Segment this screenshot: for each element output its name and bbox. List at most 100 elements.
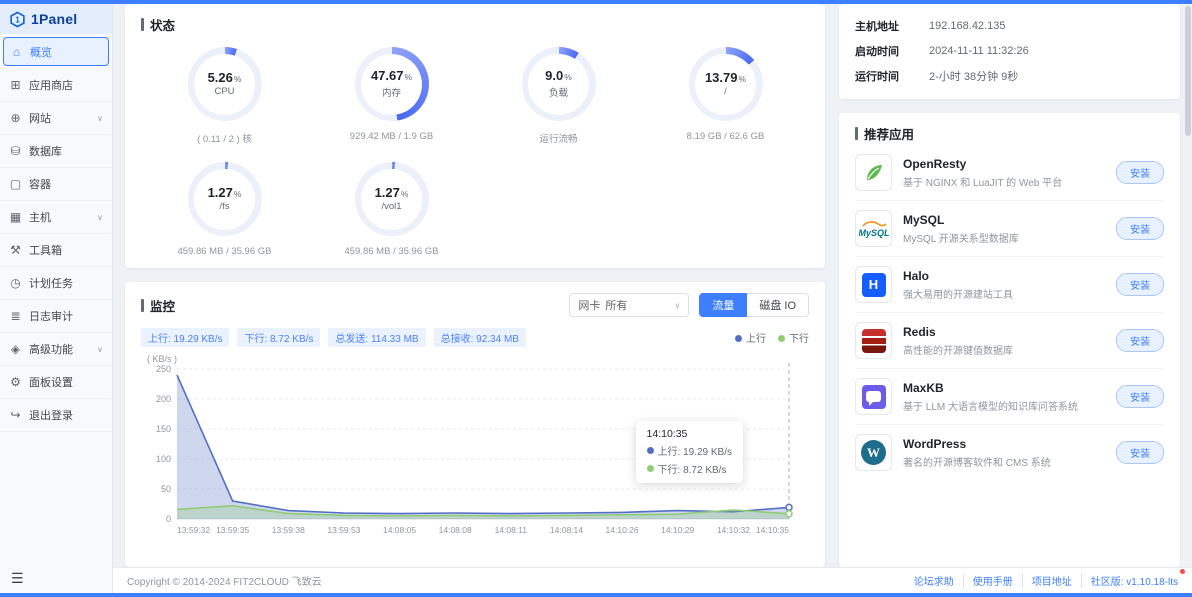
wordpress-icon: W: [855, 434, 892, 471]
app-desc: 基于 NGINX 和 LuaJIT 的 Web 平台: [903, 177, 1063, 189]
network-card-select[interactable]: 网卡 所有 ∨: [569, 293, 690, 317]
info-label: 启动时间: [855, 45, 899, 58]
svg-text:14:10:29: 14:10:29: [661, 525, 694, 535]
app-row-redis: Redis 高性能的开源键值数据库 安装: [855, 313, 1164, 369]
svg-text:1: 1: [15, 15, 20, 24]
sidebar-item-logs[interactable]: ≣ 日志审计: [0, 300, 112, 333]
scrollbar-thumb[interactable]: [1185, 6, 1191, 136]
version-link[interactable]: 社区版: v1.10.18-lts: [1082, 569, 1185, 588]
gauge-grid: 5.26% CPU ( 0.11 / 2 ) 核 47.67% 内存 929.4…: [141, 47, 809, 257]
sidebar-item-logout[interactable]: ↪ 退出登录: [0, 399, 112, 432]
svg-text:14:08:14: 14:08:14: [550, 525, 583, 535]
openresty-icon: [855, 154, 892, 191]
gauge-value: 9.0: [545, 68, 564, 84]
app-row-halo: H Halo 强大易用的开源建站工具 安装: [855, 257, 1164, 313]
traffic-chart-wrap[interactable]: 0 50 100 150 200 250( KB/s ) 13:59:32 13:59:35 1…: [141, 351, 809, 542]
install-button[interactable]: 安装: [1116, 329, 1164, 352]
advanced-icon: ◈: [10, 342, 21, 356]
app-name: MySQL: [903, 212, 945, 227]
gauge-vol1-disk: 1.27% /vol1 459.86 MB / 35.96 GB: [308, 162, 475, 257]
status-card: 状态 5.26% CPU ( 0.11 / 2 ) 核 47.67% 内存 92…: [125, 4, 825, 268]
install-button[interactable]: 安装: [1116, 217, 1164, 240]
project-link[interactable]: 项目地址: [1023, 573, 1082, 588]
traffic-button[interactable]: 流量: [699, 293, 748, 317]
app-name: WordPress: [903, 436, 967, 451]
sidebar-item-database[interactable]: ⛁ 数据库: [0, 135, 112, 168]
boot-time-row: 启动时间 2024-11-11 11:32:26: [855, 38, 1164, 63]
sidebar-item-cronjob[interactable]: ◷ 计划任务: [0, 267, 112, 300]
sidebar-collapse-button[interactable]: ☰: [0, 563, 112, 593]
app-desc: 著名的开源博客软件和 CMS 系统: [903, 457, 1051, 469]
gauge-ring: 9.0% 负载: [521, 47, 596, 121]
forum-help-link[interactable]: 论坛求助: [905, 573, 964, 588]
app-row-mysql: MySQL MySQL MySQL 开源关系型数据库 安装: [855, 201, 1164, 257]
app-name: OpenResty: [903, 156, 967, 171]
halo-icon: H: [855, 266, 892, 303]
sidebar-item-settings[interactable]: ⚙ 面板设置: [0, 366, 112, 399]
page-scrollbar[interactable]: [1185, 6, 1191, 591]
recommended-apps-card: 推荐应用 OpenResty 基于 NGINX 和 LuaJIT 的 Web 平…: [839, 113, 1180, 567]
legend-up-dot: [735, 335, 742, 342]
logo[interactable]: 1 1Panel: [0, 4, 112, 34]
redis-icon: [855, 322, 892, 359]
manual-link[interactable]: 使用手册: [964, 573, 1023, 588]
sidebar-item-label: 计划任务: [29, 278, 73, 290]
sidebar-item-appstore[interactable]: ⊞ 应用商店: [0, 69, 112, 102]
info-value: 192.168.42.135: [929, 19, 1006, 32]
tooltip-up-dot: [646, 447, 654, 454]
app-root: 1 1Panel ⌂ 概览 ⊞ 应用商店 ⊕ 网站 ∨ ⛁ 数据库 ▢ 容器 ▦…: [0, 4, 1192, 593]
globe-icon: ⊕: [10, 111, 21, 125]
legend-down-dot: [778, 335, 785, 342]
tooltip-down-dot: [646, 465, 654, 472]
app-name: Redis: [903, 324, 936, 339]
host-address-row: 主机地址 192.168.42.135: [855, 13, 1164, 38]
sidebar-item-advanced[interactable]: ◈ 高级功能 ∨: [0, 333, 112, 366]
title-marker: [141, 298, 144, 312]
svg-text:13:59:35: 13:59:35: [216, 525, 249, 535]
sidebar-item-host[interactable]: ▦ 主机 ∨: [0, 201, 112, 234]
sidebar-item-label: 主机: [29, 212, 51, 224]
monitor-card: 监控 网卡 所有 ∨ 流量 磁盘 IO 上行: 19.29 KB/s 下行: 8…: [125, 282, 825, 567]
disk-io-button[interactable]: 磁盘 IO: [747, 293, 809, 317]
gauge-unit: %: [404, 72, 413, 83]
svg-text:14:10:26: 14:10:26: [606, 525, 639, 535]
sidebar-item-container[interactable]: ▢ 容器: [0, 168, 112, 201]
gauge-unit: %: [400, 188, 409, 199]
gauge-value: 5.26: [207, 69, 233, 85]
total-sent-tag: 总发送: 114.33 MB: [328, 328, 426, 347]
footer-links: 论坛求助 使用手册 项目地址 社区版: v1.10.18-lts: [905, 569, 1185, 588]
sidebar-item-label: 网站: [29, 113, 51, 125]
gauge-ring: 47.67% 内存: [354, 47, 429, 121]
info-label: 运行时间: [855, 70, 899, 83]
home-icon: ⌂: [12, 44, 21, 59]
main-column: 状态 5.26% CPU ( 0.11 / 2 ) 核 47.67% 内存 92…: [113, 4, 1192, 593]
tooltip-down-text: 下行: 8.72 KB/s: [657, 465, 727, 476]
sidebar-item-label: 容器: [29, 179, 51, 191]
sidebar-item-toolbox[interactable]: ⚒ 工具箱: [0, 234, 112, 267]
sidebar-item-overview[interactable]: ⌂ 概览: [3, 37, 109, 66]
gauge-sub: 929.42 MB / 1.9 GB: [349, 131, 434, 142]
toolbox-icon: ⚒: [10, 243, 21, 257]
svg-text:13:59:38: 13:59:38: [272, 525, 305, 535]
install-button[interactable]: 安装: [1116, 385, 1164, 408]
install-button[interactable]: 安装: [1116, 441, 1164, 464]
app-name: MaxKB: [903, 380, 944, 395]
legend-up[interactable]: 上行: [735, 330, 766, 345]
install-button[interactable]: 安装: [1116, 273, 1164, 296]
sidebar-item-website[interactable]: ⊕ 网站 ∨: [0, 102, 112, 135]
legend-down[interactable]: 下行: [778, 330, 809, 345]
app-name: Halo: [903, 268, 930, 283]
gauge-unit: %: [233, 73, 242, 84]
svg-text:14:10:35: 14:10:35: [756, 525, 789, 535]
gauge-label: /: [724, 86, 727, 98]
install-button[interactable]: 安装: [1116, 161, 1164, 184]
host-icon: ▦: [9, 210, 22, 224]
sidebar-item-label: 退出登录: [29, 410, 73, 422]
gauge-unit: %: [233, 188, 242, 199]
top-accent-bar: [0, 0, 1192, 4]
monitor-title-text: 监控: [150, 299, 176, 314]
status-card-title: 状态: [141, 15, 809, 34]
gauge-value: 1.27: [374, 184, 400, 200]
svg-text:13:59:32: 13:59:32: [177, 525, 210, 535]
logo-text: 1Panel: [31, 11, 78, 27]
